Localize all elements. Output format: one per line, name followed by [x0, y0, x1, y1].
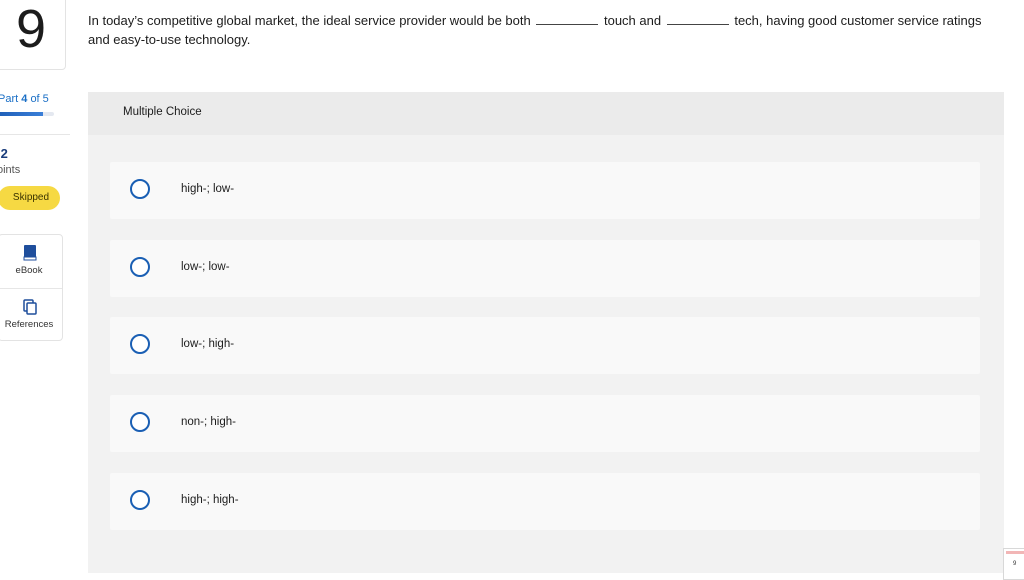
answer-option-label: low-; low-	[181, 261, 230, 273]
thumbnail-header	[1006, 551, 1024, 554]
part-prefix: Part	[0, 93, 19, 105]
part-indicator: Part 4 of 5	[0, 93, 49, 105]
radio-button[interactable]	[130, 490, 150, 510]
radio-button[interactable]	[130, 412, 150, 432]
answer-panel: Multiple Choice high-; low- low-; low- l…	[88, 92, 1004, 573]
radio-button[interactable]	[130, 257, 150, 277]
blank-1	[536, 12, 599, 25]
answer-option-label: non-; high-	[181, 416, 236, 428]
radio-button[interactable]	[130, 334, 150, 354]
thumbnail-number: 9	[1013, 561, 1017, 567]
blank-2	[666, 12, 729, 25]
points-label: oints	[0, 164, 21, 176]
answer-option[interactable]: non-; high-	[110, 395, 980, 452]
points-value: .2	[0, 146, 8, 161]
answer-option[interactable]: low-; high-	[110, 317, 980, 374]
question-number-box: 9	[0, 0, 66, 70]
question-text: In today’s competitive global market, th…	[88, 11, 988, 49]
question-thumbnail[interactable]: 9	[1003, 548, 1024, 580]
status-badge: Skipped	[0, 186, 60, 210]
answer-option-label: low-; high-	[181, 338, 235, 350]
answer-option[interactable]: high-; high-	[110, 473, 980, 530]
answer-option[interactable]: high-; low-	[110, 162, 980, 219]
answer-panel-title: Multiple Choice	[123, 106, 202, 118]
question-text-part1: In today’s competitive global market, th…	[88, 13, 531, 28]
references-label: References	[4, 319, 54, 330]
part-current: 4	[21, 93, 28, 105]
answer-option-label: high-; low-	[181, 183, 235, 195]
part-total: of 5	[30, 93, 49, 105]
part-progress-fill	[0, 112, 43, 116]
part-progress-bar	[0, 112, 54, 116]
references-button[interactable]: References	[0, 288, 62, 342]
ebook-button[interactable]: eBook	[0, 235, 62, 288]
ebook-label: eBook	[15, 265, 43, 276]
copy-icon	[21, 298, 39, 321]
tools-panel: eBook References	[0, 234, 63, 341]
answer-option[interactable]: low-; low-	[110, 240, 980, 297]
book-icon	[21, 244, 39, 267]
sidebar-divider	[0, 134, 70, 135]
answer-panel-header: Multiple Choice	[88, 92, 1004, 135]
answer-option-label: high-; high-	[181, 494, 239, 506]
question-text-part2: touch and	[603, 13, 662, 28]
question-number: 9	[15, 0, 47, 59]
radio-button[interactable]	[130, 179, 150, 199]
